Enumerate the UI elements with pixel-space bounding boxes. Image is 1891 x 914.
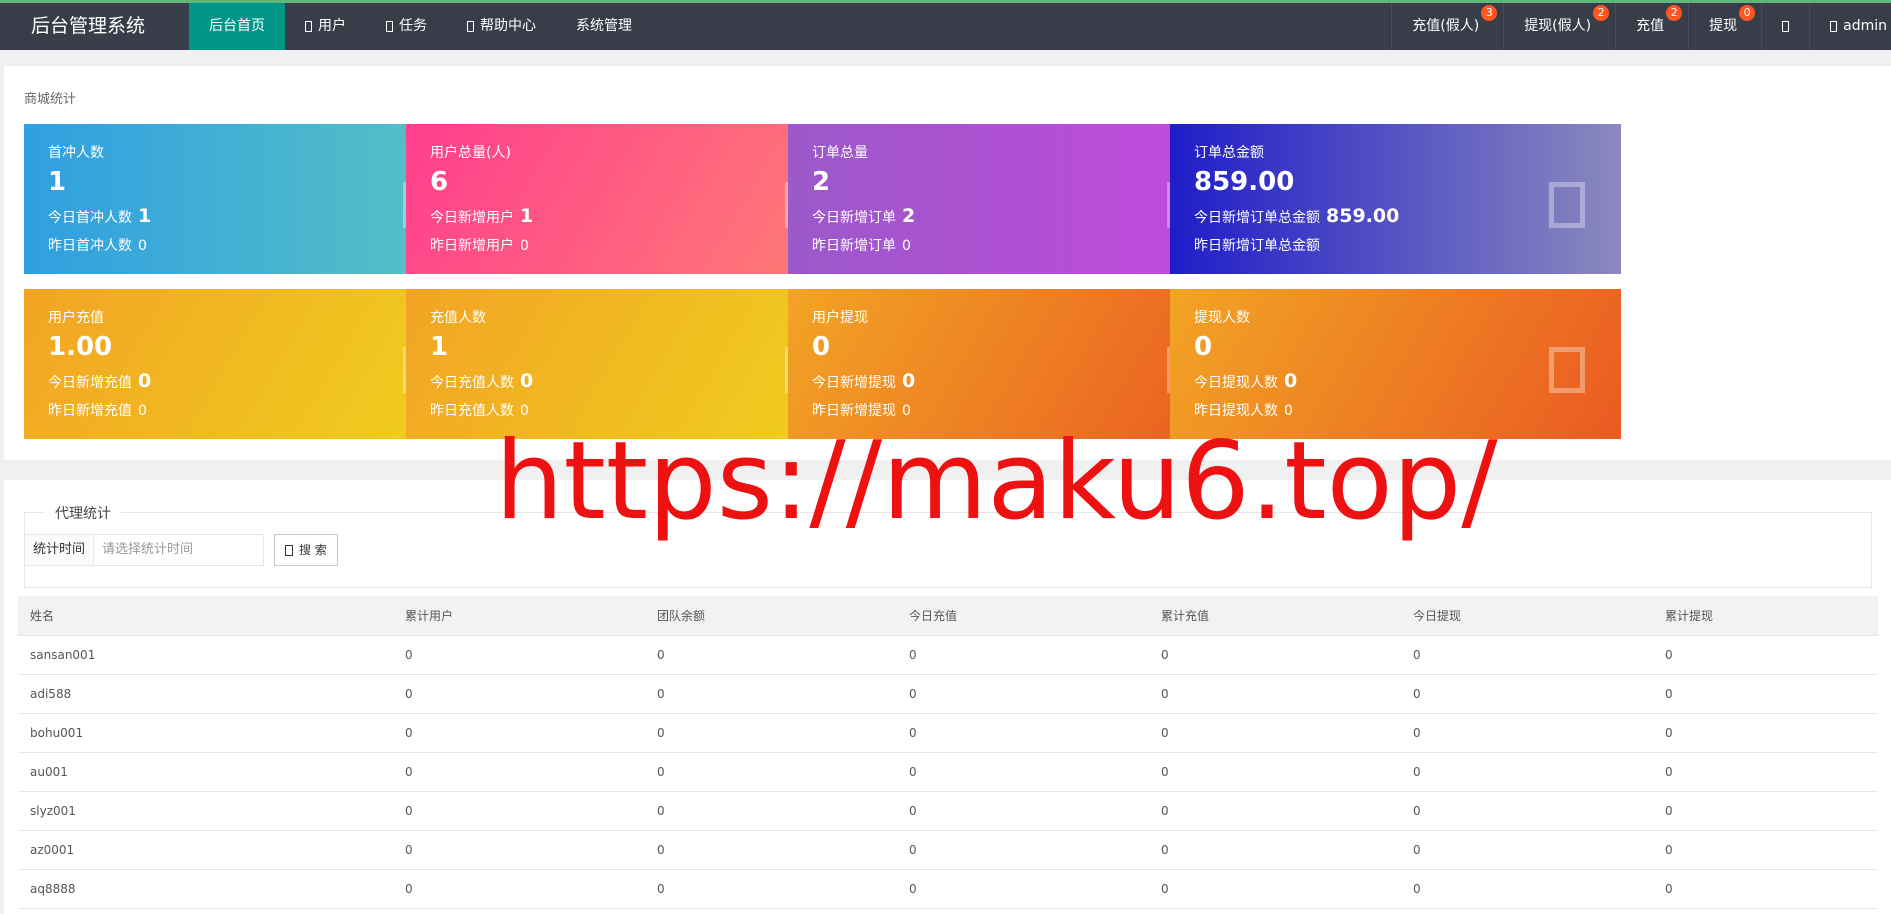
nav-notifications[interactable] (1761, 3, 1809, 50)
badge-fake-withdraw: 2 (1593, 5, 1610, 21)
table-row: adi588 0 0 0 0 0 0 (18, 674, 1878, 714)
nav-recharge[interactable]: 充值 2 (1615, 3, 1688, 50)
nav-withdraw[interactable]: 提现 0 (1688, 3, 1761, 50)
task-icon (386, 21, 393, 32)
stat-card-withdraw-users: 提现人数 0 今日提现人数 0 昨日提现人数 0 (1170, 289, 1621, 439)
notification-icon (1782, 21, 1790, 32)
table-header: 姓名 累计用户 团队余额 今日充值 累计充值 今日提现 累计提现 (18, 596, 1878, 636)
table-row: bohu001 0 0 0 0 0 0 (18, 713, 1878, 753)
nav-home[interactable]: 后台首页 (189, 3, 285, 50)
badge-recharge: 2 (1666, 5, 1683, 21)
nav-admin-menu[interactable]: admin (1809, 3, 1891, 50)
user-icon (305, 21, 312, 32)
table-row: sansan001 0 0 0 0 0 0 (18, 635, 1878, 675)
search-button[interactable]: 搜 索 (274, 534, 338, 566)
nav-right: 充值(假人) 3 提现(假人) 2 充值 2 提现 0 admin (1391, 3, 1891, 50)
main-nav: 后台首页 用户 任务 帮助中心 系统管理 (189, 3, 652, 50)
table-row: aq8888 0 0 0 0 0 0 (18, 869, 1878, 909)
agent-table: 姓名 累计用户 团队余额 今日充值 累计充值 今日提现 累计提现 sansan0… (18, 596, 1878, 909)
table-row: slyz001 0 0 0 0 0 0 (18, 791, 1878, 831)
watermark-url: https://maku6.top/ (495, 419, 1498, 544)
agent-filter-form: 统计时间 请选择统计时间 搜 索 (24, 534, 338, 566)
search-icon (285, 544, 294, 556)
agent-legend: 代理统计 (45, 503, 121, 523)
agent-panel: 代理统计 统计时间 请选择统计时间 搜 索 姓名 累计用户 团队余额 今日充值 … (4, 480, 1891, 914)
time-input[interactable]: 请选择统计时间 (94, 534, 265, 566)
nav-system[interactable]: 系统管理 (556, 3, 652, 50)
time-label: 统计时间 (24, 534, 95, 566)
stat-card-order-amount: 订单总金额 859.00 今日新增订单总金额 859.00 昨日新增订单总金额 (1170, 124, 1621, 274)
card-icon (1549, 347, 1585, 393)
table-row: az0001 0 0 0 0 0 0 (18, 830, 1878, 870)
nav-tasks[interactable]: 任务 (366, 3, 447, 50)
nav-help[interactable]: 帮助中心 (447, 3, 556, 50)
stats-title: 商城统计 (24, 92, 77, 107)
table-row: au001 0 0 0 0 0 0 (18, 752, 1878, 792)
top-navbar: 后台管理系统 后台首页 用户 任务 帮助中心 系统管理 充值(假人) 3 提现(假… (0, 0, 1891, 50)
user-icon (1830, 21, 1838, 32)
nav-fake-recharge[interactable]: 充值(假人) 3 (1391, 3, 1503, 50)
nav-users[interactable]: 用户 (285, 3, 366, 50)
help-icon (467, 21, 474, 32)
stats-panel: 商城统计 首冲人数 1 今日首冲人数 1 昨日首冲人数 0 用户总量(人) 6 今日… (4, 66, 1891, 460)
app-logo: 后台管理系统 (31, 15, 146, 37)
badge-withdraw: 0 (1739, 5, 1756, 21)
card-icon (1549, 182, 1585, 228)
nav-fake-withdraw[interactable]: 提现(假人) 2 (1503, 3, 1615, 50)
badge-fake-recharge: 3 (1481, 5, 1498, 21)
